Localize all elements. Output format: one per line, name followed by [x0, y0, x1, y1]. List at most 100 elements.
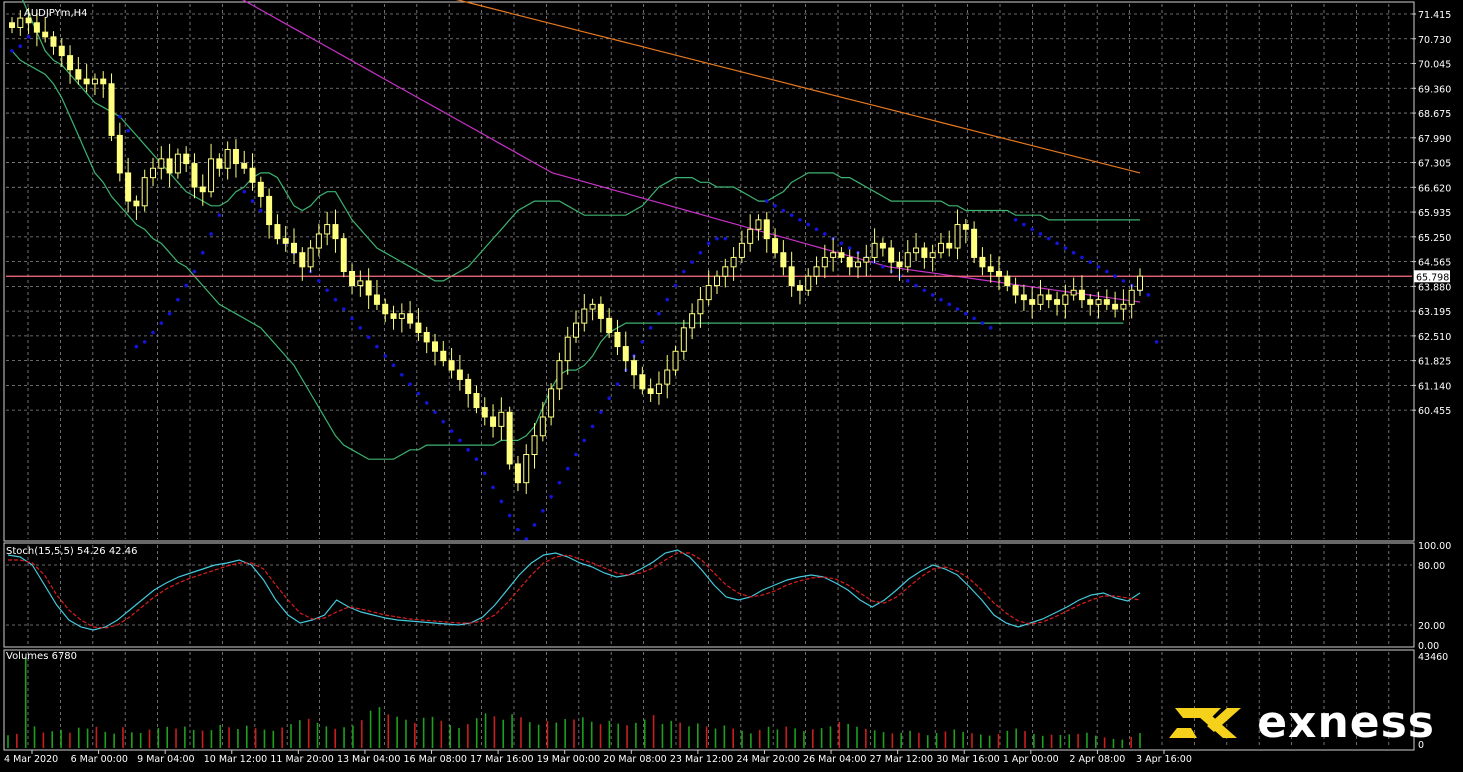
sar-dot	[383, 354, 388, 358]
candle-body	[1137, 275, 1143, 291]
candle-body	[291, 242, 297, 254]
candle-body	[415, 322, 422, 334]
time-label: 11 Mar 20:00	[270, 754, 333, 765]
sar-dot	[706, 241, 711, 246]
candle-body	[846, 256, 853, 268]
sar-dot	[317, 279, 321, 283]
sar-dot	[881, 265, 885, 269]
sar-dot	[209, 232, 213, 236]
sar-dot	[789, 213, 794, 217]
candle-body	[597, 303, 604, 319]
candle-body	[299, 252, 306, 268]
sar-dot	[134, 344, 139, 349]
sar-dot	[698, 250, 703, 255]
sar-dot	[914, 283, 918, 288]
price-tick-label: 62.510	[1418, 332, 1451, 343]
candle-body	[33, 22, 40, 33]
candle-body	[199, 186, 206, 193]
price-indicators	[6, 0, 1412, 541]
candle-body	[788, 266, 795, 287]
candle-body	[208, 158, 215, 193]
time-label: 9 Mar 04:00	[137, 754, 194, 765]
sar-dot	[1030, 227, 1034, 232]
sar-dot	[1121, 279, 1126, 283]
candle-body	[490, 416, 497, 427]
sar-dot	[1154, 340, 1159, 344]
time-label: 4 Mar 2020	[4, 754, 58, 765]
price-tick-label: 70.045	[1418, 60, 1451, 71]
candle-body	[1112, 303, 1119, 310]
sar-dot	[1113, 274, 1117, 278]
price-tick-label: 69.360	[1418, 84, 1451, 95]
candle-body	[904, 252, 911, 268]
stoch-tick-label: 0.00	[1418, 641, 1439, 652]
chart-window[interactable]: 71.415 70.730 70.045 69.360 68.675 67.990 67.3…	[0, 0, 1463, 768]
ma-slow	[455, 0, 1141, 174]
candle-body	[91, 78, 98, 85]
time-label: 3 Apr 16:00	[1136, 754, 1192, 765]
candle-body	[465, 378, 472, 395]
sar-dot	[159, 321, 164, 325]
candle-body	[647, 388, 654, 395]
candle-body	[581, 308, 588, 324]
grid	[6, 4, 1412, 748]
candle-body	[996, 271, 1002, 277]
candle-body	[100, 78, 107, 85]
candle-body	[722, 266, 729, 277]
sar-dot	[690, 260, 694, 264]
candle-body	[689, 313, 696, 329]
candle-body	[738, 242, 745, 258]
candle-body	[631, 360, 638, 376]
time-label: 13 Mar 04:00	[337, 754, 400, 765]
pane-border	[3, 542, 1415, 648]
sar-dot	[723, 236, 728, 241]
candle-body	[946, 242, 953, 249]
sar-dot	[441, 419, 446, 424]
candle-body	[697, 299, 704, 315]
candle-body	[1103, 299, 1110, 305]
sar-dot	[167, 311, 172, 316]
sar-dot	[1146, 293, 1151, 297]
candle-body	[307, 247, 314, 268]
candle-body	[805, 275, 812, 291]
candle-body	[42, 31, 49, 38]
sar-dot	[126, 128, 130, 133]
sar-dot	[682, 269, 686, 274]
sar-dot	[1013, 218, 1018, 222]
candle-body	[50, 36, 57, 47]
price-tick-label: 68.675	[1418, 109, 1451, 120]
candle-body	[672, 350, 679, 371]
candle-body	[1128, 289, 1135, 305]
candle-body	[67, 55, 74, 71]
candle-body	[398, 313, 405, 319]
candle-body	[83, 78, 90, 85]
candle-body	[1020, 294, 1027, 301]
sar-dot	[184, 283, 188, 288]
candle-body	[125, 172, 132, 202]
time-axis: 4 Mar 2020 6 Mar 00:00 9 Mar 04:00 10 Mar 1…	[4, 750, 1192, 765]
candle-body	[813, 266, 820, 277]
candle-body	[962, 224, 969, 230]
candle-body	[1045, 294, 1052, 301]
sar-dot	[400, 372, 404, 377]
exness-logo-icon	[1169, 707, 1242, 738]
time-label: 19 Mar 00:00	[537, 754, 600, 765]
candle-body	[423, 332, 430, 343]
exness-logo: exness	[1167, 697, 1435, 748]
candle-body	[365, 280, 372, 296]
candle-body	[971, 228, 978, 258]
sar-dot	[424, 401, 429, 405]
sar-dot	[607, 396, 611, 401]
sar-dot	[259, 208, 263, 213]
sar-dot	[657, 311, 661, 316]
candle-body	[390, 313, 397, 319]
candle-body	[498, 411, 505, 427]
symbol-label: AUDJPYm,H4	[24, 8, 88, 19]
sar-dot	[781, 208, 786, 213]
sar-dot	[947, 302, 952, 307]
candle-body	[1054, 299, 1061, 305]
candle-body	[266, 195, 273, 226]
candle-body	[1037, 294, 1044, 305]
sar-dot	[988, 326, 993, 330]
candle-body	[407, 313, 414, 324]
